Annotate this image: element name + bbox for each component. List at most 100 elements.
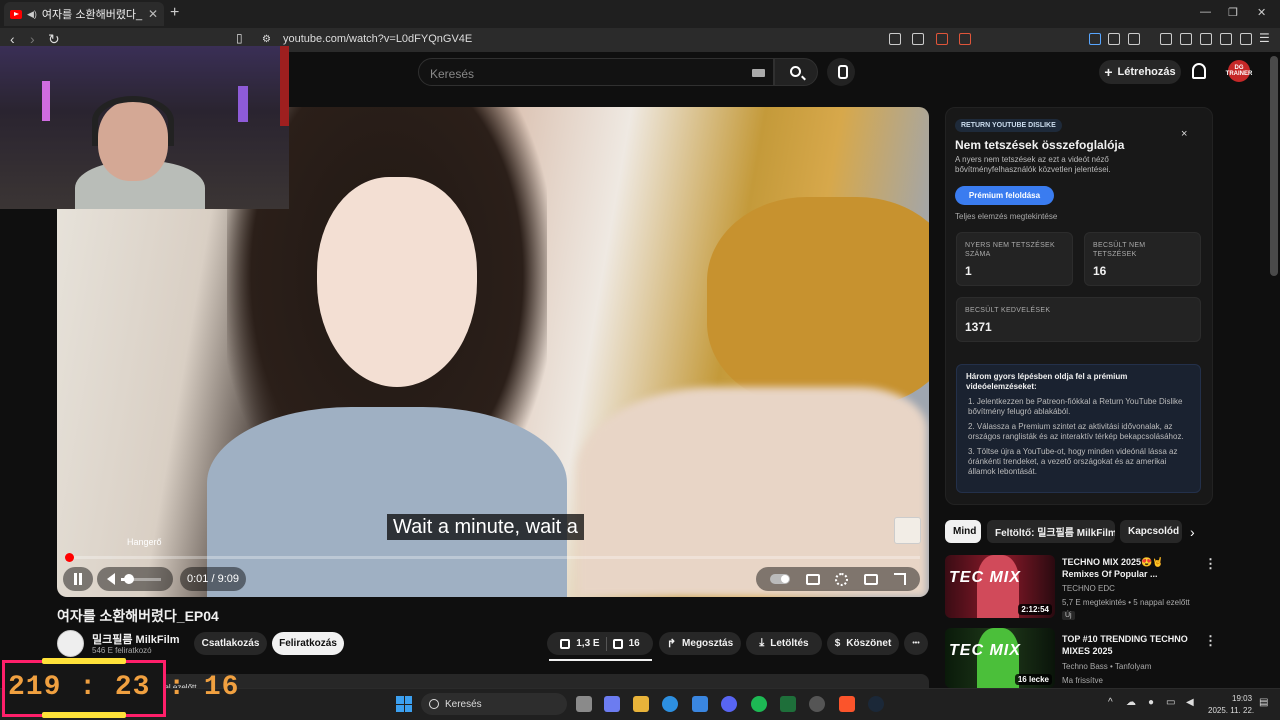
notification-center-icon[interactable]: ▤ bbox=[1259, 697, 1268, 708]
site-info-icon[interactable]: ⚙ bbox=[262, 34, 271, 45]
like-count[interactable]: 1,3 E bbox=[576, 638, 599, 649]
new-tab-button[interactable]: + bbox=[170, 4, 179, 22]
rec-more-icon[interactable]: ⋮ bbox=[1204, 633, 1217, 649]
app-icon[interactable] bbox=[809, 696, 825, 712]
leo-icon[interactable] bbox=[1220, 33, 1232, 45]
speaker-tray-icon[interactable]: ◀ bbox=[1186, 697, 1194, 708]
rec-channel[interactable]: Techno Bass • Tanfolyam bbox=[1062, 662, 1151, 671]
wallet-icon[interactable] bbox=[1200, 33, 1212, 45]
steam-icon[interactable] bbox=[868, 696, 884, 712]
file-explorer-icon[interactable] bbox=[633, 696, 649, 712]
windows-start-icon[interactable] bbox=[396, 696, 412, 712]
taskbar-search[interactable]: Keresés bbox=[421, 693, 567, 715]
join-button[interactable]: Csatlakozás bbox=[194, 632, 267, 655]
subtitles-icon[interactable] bbox=[805, 573, 820, 585]
like-icon[interactable] bbox=[560, 638, 571, 649]
rec-channel[interactable]: TECHNO EDC bbox=[1062, 584, 1115, 593]
create-label: Létrehozás bbox=[1117, 66, 1176, 78]
full-analysis-link[interactable]: Teljes elemzés megtekintése bbox=[955, 212, 1057, 221]
rec-thumbnail[interactable]: TEC MIX 16 lecke bbox=[945, 628, 1055, 688]
dislike-count[interactable]: 16 bbox=[629, 638, 640, 649]
rec-title[interactable]: TOP #10 TRENDING TECHNO MIXES 2025 bbox=[1062, 633, 1192, 657]
tab-close-icon[interactable]: ✕ bbox=[148, 7, 158, 21]
store-icon[interactable] bbox=[692, 696, 708, 712]
step-item: 1. Jelentkezzen be Patreon-fiókkal a Ret… bbox=[968, 397, 1183, 416]
extension-icon[interactable] bbox=[1128, 33, 1140, 45]
browser-tab[interactable]: ◀) 여자를 소환해버렸다_EP04 - ✕ bbox=[4, 2, 164, 26]
share-icon[interactable] bbox=[912, 33, 924, 45]
menu-icon[interactable]: ☰ bbox=[1259, 31, 1270, 45]
notifications-bell-icon[interactable] bbox=[1192, 63, 1206, 79]
chips-next-icon[interactable]: › bbox=[1190, 524, 1195, 540]
maximize-button[interactable]: ❐ bbox=[1228, 6, 1238, 19]
rec-more-icon[interactable]: ⋮ bbox=[1204, 556, 1217, 572]
extension-icon[interactable] bbox=[1108, 33, 1120, 45]
tray-chevron-icon[interactable]: ^ bbox=[1108, 697, 1113, 708]
forward-icon[interactable]: › bbox=[30, 31, 35, 47]
cast-icon[interactable] bbox=[889, 33, 901, 45]
volume-slider[interactable] bbox=[121, 573, 161, 584]
minimize-button[interactable]: — bbox=[1200, 6, 1211, 18]
clock-time[interactable]: 19:03 bbox=[1232, 694, 1252, 703]
page-scrollbar[interactable] bbox=[1270, 56, 1278, 276]
create-button[interactable]: + Létrehozás bbox=[1099, 60, 1181, 84]
panel-close-icon[interactable]: × bbox=[1181, 128, 1187, 140]
settings-gear-icon[interactable] bbox=[835, 572, 849, 586]
pause-button[interactable] bbox=[63, 567, 93, 591]
edge-icon[interactable] bbox=[662, 696, 678, 712]
fullscreen-icon[interactable] bbox=[894, 573, 907, 585]
spotify-icon[interactable] bbox=[751, 696, 767, 712]
keyboard-icon[interactable] bbox=[752, 69, 765, 77]
thanks-icon: $ bbox=[834, 638, 841, 649]
music-icon[interactable] bbox=[1160, 33, 1172, 45]
close-window-button[interactable]: ✕ bbox=[1257, 6, 1266, 19]
autoplay-toggle-icon[interactable] bbox=[769, 574, 790, 584]
channel-avatar[interactable] bbox=[57, 630, 84, 657]
brave-rewards-icon[interactable] bbox=[959, 33, 971, 45]
browser-tab-bar: ◀) 여자를 소환해버렸다_EP04 - ✕ + — ❐ ✕ bbox=[0, 0, 1280, 28]
volume-control[interactable] bbox=[97, 567, 173, 591]
thanks-button[interactable]: $ Köszönet bbox=[827, 632, 899, 655]
share-button[interactable]: ↱ Megosztás bbox=[659, 632, 741, 655]
dislike-icon[interactable] bbox=[612, 638, 623, 649]
theater-mode-icon[interactable] bbox=[864, 573, 879, 585]
network-icon[interactable]: ▭ bbox=[1166, 697, 1175, 708]
channel-name[interactable]: 밀크필름 MilkFilm bbox=[92, 631, 180, 647]
volume-icon[interactable] bbox=[107, 573, 115, 585]
sidebar-icon[interactable] bbox=[1180, 33, 1192, 45]
vpn-icon[interactable] bbox=[1240, 33, 1252, 45]
back-icon[interactable]: ‹ bbox=[10, 31, 15, 47]
bookmark-icon[interactable]: ▯ bbox=[236, 31, 243, 45]
mic-icon[interactable]: ● bbox=[1148, 697, 1154, 708]
rec-thumbnail[interactable]: TEC MIX 2:12:54 bbox=[945, 555, 1055, 618]
subscribe-button[interactable]: Feliratkozás bbox=[272, 632, 344, 655]
brave-shield-icon[interactable] bbox=[936, 33, 948, 45]
channel-watermark[interactable] bbox=[894, 517, 921, 544]
brave-icon[interactable] bbox=[839, 696, 855, 712]
task-view-icon[interactable] bbox=[576, 696, 592, 712]
clock-date[interactable]: 2025. 11. 22. bbox=[1208, 706, 1254, 715]
extension-icon[interactable] bbox=[1089, 33, 1101, 45]
chip-related[interactable]: Kapcsolód bbox=[1120, 520, 1182, 543]
search-input[interactable]: Keresés bbox=[418, 58, 774, 86]
voice-search-button[interactable] bbox=[827, 58, 855, 86]
premium-unlock-button[interactable]: Prémium feloldása bbox=[955, 186, 1054, 205]
progress-bar[interactable] bbox=[64, 553, 920, 562]
copilot-icon[interactable] bbox=[604, 696, 620, 712]
search-button[interactable] bbox=[774, 58, 818, 86]
chip-uploader[interactable]: Feltöltő: 밀크필름 MilkFilm bbox=[987, 520, 1115, 543]
volume-knob[interactable] bbox=[124, 573, 134, 584]
excel-icon[interactable] bbox=[780, 696, 796, 712]
more-actions-button[interactable]: ••• bbox=[904, 632, 928, 655]
progress-scrubber[interactable] bbox=[64, 553, 74, 562]
pause-icon bbox=[73, 573, 83, 585]
rec-meta: Ma frissítve bbox=[1062, 676, 1103, 685]
account-avatar[interactable]: DG TRAINER bbox=[1226, 60, 1252, 82]
download-button[interactable]: ⤓ Letöltés bbox=[746, 632, 822, 655]
audio-playing-icon[interactable]: ◀) bbox=[27, 9, 37, 20]
url-field[interactable]: youtube.com/watch?v=L0dFYQnGV4E bbox=[283, 33, 472, 45]
chip-all[interactable]: Mind bbox=[945, 520, 981, 543]
rec-title[interactable]: TECHNO MIX 2025😍🤘 Remixes Of Popular ... bbox=[1062, 556, 1192, 580]
cloud-icon[interactable]: ☁ bbox=[1126, 697, 1136, 708]
discord-icon[interactable] bbox=[721, 696, 737, 712]
